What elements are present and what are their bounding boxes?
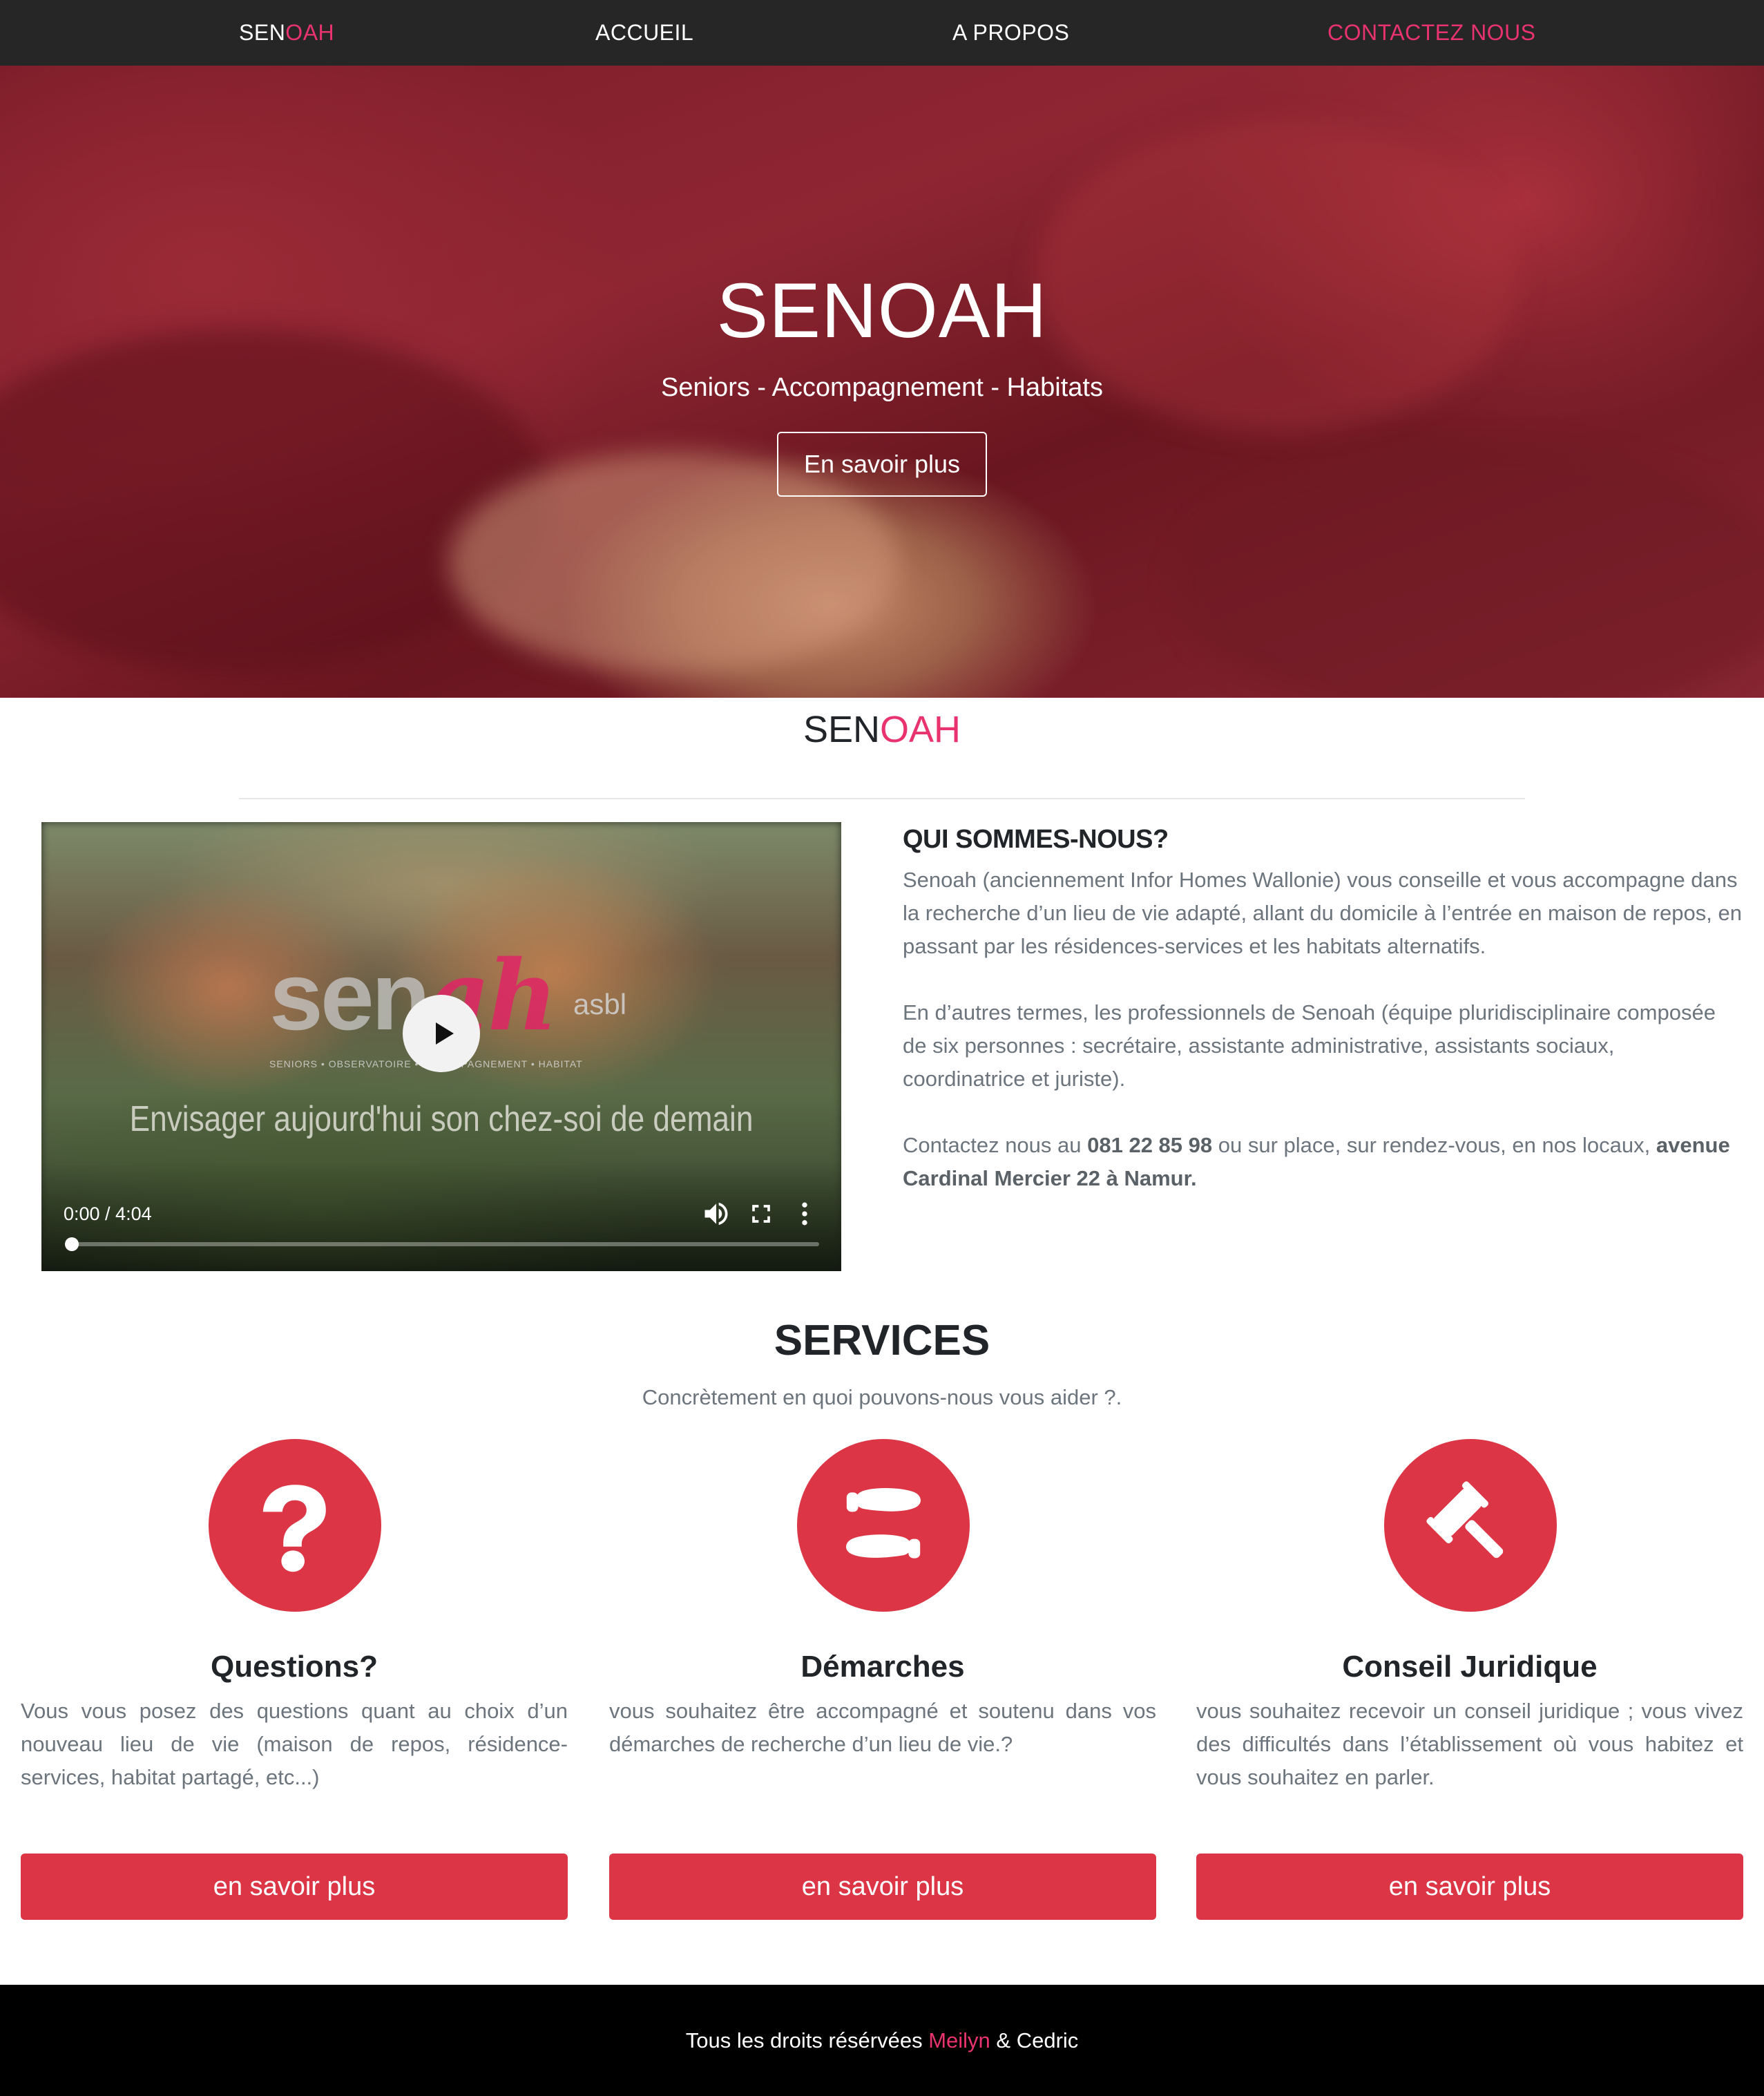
section-divider bbox=[239, 798, 1525, 799]
about-paragraph-1: Senoah (anciennement Infor Homes Walloni… bbox=[903, 868, 1742, 958]
video-player[interactable]: senah asbl SENIORS • OBSERVATOIRE • ACCO… bbox=[41, 822, 841, 1271]
footer-text-a: Tous les droits résérvées bbox=[685, 2028, 929, 2052]
hero-subtitle: Seniors - Accompagnement - Habitats bbox=[661, 373, 1103, 402]
nav-item-a-propos[interactable]: A PROPOS bbox=[952, 0, 1069, 66]
brand-part-2: OAH bbox=[880, 709, 961, 750]
services-title: SERVICES bbox=[774, 1317, 990, 1364]
brand-part-2: OAH bbox=[285, 20, 335, 45]
hero-title: SENOAH bbox=[716, 267, 1048, 354]
more-options-icon[interactable] bbox=[789, 1199, 820, 1229]
service-title: Conseil Juridique bbox=[1342, 1650, 1598, 1684]
video-progress-handle[interactable] bbox=[65, 1237, 79, 1251]
service-title: Démarches bbox=[800, 1650, 965, 1684]
contact-text-a: Contactez nous au bbox=[903, 1133, 1088, 1157]
hero-image-shading bbox=[1174, 446, 1764, 698]
footer: Tous les droits résérvées Meilyn & Cedri… bbox=[0, 1985, 1764, 2096]
question-icon bbox=[209, 1439, 381, 1612]
about-section: QUI SOMMES-NOUS? Senoah (anciennement In… bbox=[903, 822, 1742, 1195]
footer-copyright: Tous les droits résérvées Meilyn & Cedri… bbox=[0, 1985, 1764, 2096]
service-title: Questions? bbox=[210, 1650, 378, 1684]
section-brand-title: SENOAH bbox=[0, 708, 1764, 751]
video-logo-suffix: asbl bbox=[573, 988, 627, 1020]
top-navbar: SENOAH ACCUEIL A PROPOS CONTACTEZ NOUS bbox=[0, 0, 1764, 66]
service-conseil-juridique-button[interactable]: en savoir plus bbox=[1196, 1854, 1743, 1920]
about-paragraph-2: En d’autres termes, les professionnels d… bbox=[903, 1000, 1716, 1091]
hero-learn-more-button[interactable]: En savoir plus bbox=[777, 432, 987, 497]
about-paragraph-3: Contactez nous au 081 22 85 98 ou sur pl… bbox=[903, 1129, 1742, 1195]
service-description: Vous vous posez des questions quant au c… bbox=[21, 1699, 568, 1789]
contact-text-b: ou sur place, sur rendez-vous, en nos lo… bbox=[1212, 1133, 1656, 1157]
brand-part-1: SEN bbox=[803, 709, 880, 750]
footer-author-1: Meilyn bbox=[928, 2028, 990, 2052]
footer-text-b: & Cedric bbox=[990, 2028, 1079, 2052]
services-subtitle: Concrètement en quoi pouvons-nous vous a… bbox=[642, 1385, 1122, 1409]
service-questions-button[interactable]: en savoir plus bbox=[21, 1854, 568, 1920]
footprints-icon bbox=[797, 1439, 970, 1612]
nav-brand-link[interactable]: SENOAH bbox=[239, 0, 334, 66]
about-title: QUI SOMMES-NOUS? bbox=[903, 825, 1169, 854]
volume-icon[interactable] bbox=[701, 1199, 731, 1229]
brand-part-1: SEN bbox=[239, 20, 286, 45]
play-icon[interactable] bbox=[403, 995, 480, 1072]
service-description: vous souhaitez recevoir un conseil jurid… bbox=[1196, 1699, 1743, 1789]
service-demarches-button[interactable]: en savoir plus bbox=[609, 1854, 1156, 1920]
contact-phone: 081 22 85 98 bbox=[1087, 1133, 1213, 1157]
nav-item-contactez-nous[interactable]: CONTACTEZ NOUS bbox=[1327, 0, 1536, 66]
fullscreen-icon[interactable] bbox=[746, 1199, 776, 1229]
service-description: vous souhaitez être accompagné et souten… bbox=[609, 1699, 1156, 1756]
nav-item-accueil[interactable]: ACCUEIL bbox=[595, 0, 693, 66]
video-progress-bar[interactable] bbox=[65, 1237, 819, 1251]
hero-banner: SENOAH Seniors - Accompagnement - Habita… bbox=[0, 66, 1764, 698]
gavel-icon bbox=[1384, 1439, 1557, 1612]
video-caption: Envisager aujourd'hui son chez-soi de de… bbox=[129, 1099, 754, 1139]
video-time: 0:00 / 4:04 bbox=[64, 1203, 152, 1224]
